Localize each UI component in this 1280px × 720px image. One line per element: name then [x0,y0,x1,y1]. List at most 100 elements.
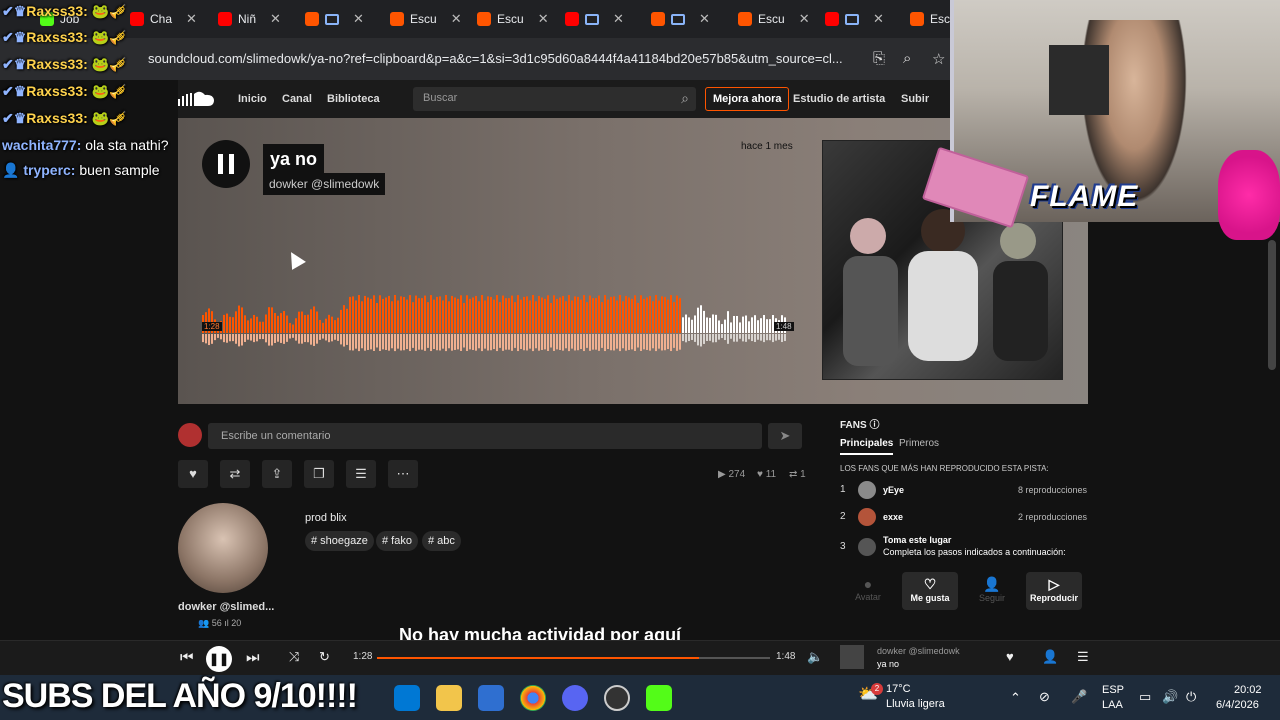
tab-6[interactable]: Escu ✕ [477,6,549,32]
waveform-reflection [697,334,699,346]
heart-icon[interactable]: ♥ [1006,649,1014,664]
url-field[interactable]: soundcloud.com/slimedowk/ya-no?ref=clipb… [148,51,863,66]
volume-icon[interactable]: 🔊 [1162,689,1178,705]
tab-9[interactable]: Escu ✕ [738,6,810,32]
like-step-button[interactable]: ♡ Me gusta [902,572,958,610]
player-pause-button[interactable]: ❚❚ [206,646,232,672]
track-artist[interactable]: dowker @slimedowk [263,173,386,195]
comment-input[interactable]: Escribe un comentario [208,423,762,449]
clock-date[interactable]: 6/4/2026 [1216,699,1259,711]
progress-bar[interactable] [377,657,770,659]
copy-link-button[interactable]: ❐ [304,460,334,488]
file-explorer-icon[interactable] [436,685,462,711]
repeat-icon[interactable]: ↻ [319,649,330,665]
tab-primeros[interactable]: Primeros [899,438,939,449]
close-icon[interactable]: ✕ [799,11,810,27]
progress-fill [377,657,700,659]
keyboard-layout[interactable]: LAA [1102,699,1123,711]
waveform-reflection [451,334,453,351]
install-app-icon[interactable]: ⎘ [873,50,885,67]
close-icon[interactable]: ✕ [353,11,364,27]
app-icon[interactable] [394,685,420,711]
search-icon[interactable]: ⌕ [681,90,689,107]
weather-temp[interactable]: 17°C [886,683,911,695]
send-comment-button[interactable]: ➤ [768,423,802,449]
waveform-reflection [238,334,240,347]
tab-10[interactable]: ✕ [825,6,884,32]
close-icon[interactable]: ✕ [451,11,462,27]
store-icon[interactable] [478,685,504,711]
tab-3[interactable]: Niñ ✕ [218,6,281,32]
play-step-button[interactable]: ▷ Reproducir [1026,572,1082,610]
network-off-icon[interactable]: ⊘ [1039,689,1050,705]
power-icon[interactable]: ⏻ [1186,689,1196,705]
scrollbar-thumb[interactable] [1268,240,1276,370]
tab-5[interactable]: Escu ✕ [390,6,462,32]
close-icon[interactable]: ✕ [270,11,281,27]
like-button[interactable]: ♥ [178,460,208,488]
player-artwork[interactable] [840,645,864,669]
tab-8[interactable]: ✕ [651,6,710,32]
close-icon[interactable]: ✕ [699,11,710,27]
waveform-reflection [259,334,261,340]
queue-icon[interactable]: ☰ [1077,649,1089,665]
tag-fako[interactable]: # fako [376,531,418,551]
player-title[interactable]: ya no [877,659,899,669]
chevron-up-icon[interactable]: ⌃ [1010,690,1021,706]
fan-row[interactable]: 2 exxe 2 reproducciones [840,508,1090,528]
artist-avatar[interactable] [178,503,268,593]
nav-biblioteca[interactable]: Biblioteca [327,93,380,105]
waveform-reflection [592,334,594,350]
nav-inicio[interactable]: Inicio [238,93,267,105]
tab-4[interactable]: ✕ [305,6,364,32]
fan-row[interactable]: 1 yEye 8 reproducciones [840,481,1090,501]
volume-icon[interactable]: 🔈 [807,649,823,665]
waveform[interactable] [202,278,792,358]
sub-icon: ✔♛ [2,83,27,99]
close-icon[interactable]: ✕ [873,11,884,27]
kick-icon[interactable] [646,685,672,711]
player-artist[interactable]: dowker @slimedowk [877,646,960,656]
obs-icon[interactable] [604,685,630,711]
waveform-bar [391,301,393,333]
upgrade-button[interactable]: Mejora ahora [705,87,790,111]
artist-studio-link[interactable]: Estudio de artista [793,93,885,105]
shuffle-icon[interactable]: ⤨ [289,649,299,665]
tag-abc[interactable]: # abc [422,531,461,551]
waveform-bar [412,302,414,333]
close-icon[interactable]: ✕ [538,11,549,27]
search-input[interactable]: Buscar ⌕ [413,87,696,111]
tab-principales[interactable]: Principales [840,438,894,455]
next-icon[interactable]: ⏭ [246,649,260,666]
follow-icon[interactable]: 👤 [1042,649,1058,665]
previous-icon[interactable]: ⏮ [180,649,194,666]
tab-11[interactable]: Esc [910,6,950,32]
share-button[interactable]: ⇪ [262,460,292,488]
clock-time[interactable]: 20:02 [1234,684,1262,696]
repost-count: ⇄ 1 [789,469,806,480]
nav-canal[interactable]: Canal [282,93,312,105]
bookmark-star-icon[interactable]: ☆ [932,50,945,68]
tag-shoegaze[interactable]: # shoegaze [305,531,374,551]
repost-button[interactable]: ⇄ [220,460,250,488]
soundcloud-logo[interactable] [178,90,216,108]
microphone-icon[interactable]: 🎤 [1071,689,1087,705]
chrome-icon[interactable] [520,685,546,711]
upload-link[interactable]: Subir [901,93,929,105]
close-icon[interactable]: ✕ [186,11,197,27]
fans-title: FANS ⓘ [840,420,880,431]
display-icon[interactable]: ▭ [1139,689,1151,705]
artist-name[interactable]: dowker @slimed... [178,601,274,613]
zoom-icon[interactable]: ⌕ [903,50,911,67]
waveform-reflection [499,334,501,348]
tab-7[interactable]: ✕ [565,6,624,32]
discord-icon[interactable] [562,685,588,711]
weather-desc[interactable]: Lluvia ligera [886,698,945,710]
more-button[interactable]: ⋯ [388,460,418,488]
language-indicator[interactable]: ESP [1102,684,1124,696]
play-pause-button[interactable] [202,140,250,188]
close-icon[interactable]: ✕ [613,11,624,27]
add-to-next-button[interactable]: ☰ [346,460,376,488]
waveform-reflection [712,334,714,343]
info-icon[interactable]: ⓘ [869,420,879,431]
